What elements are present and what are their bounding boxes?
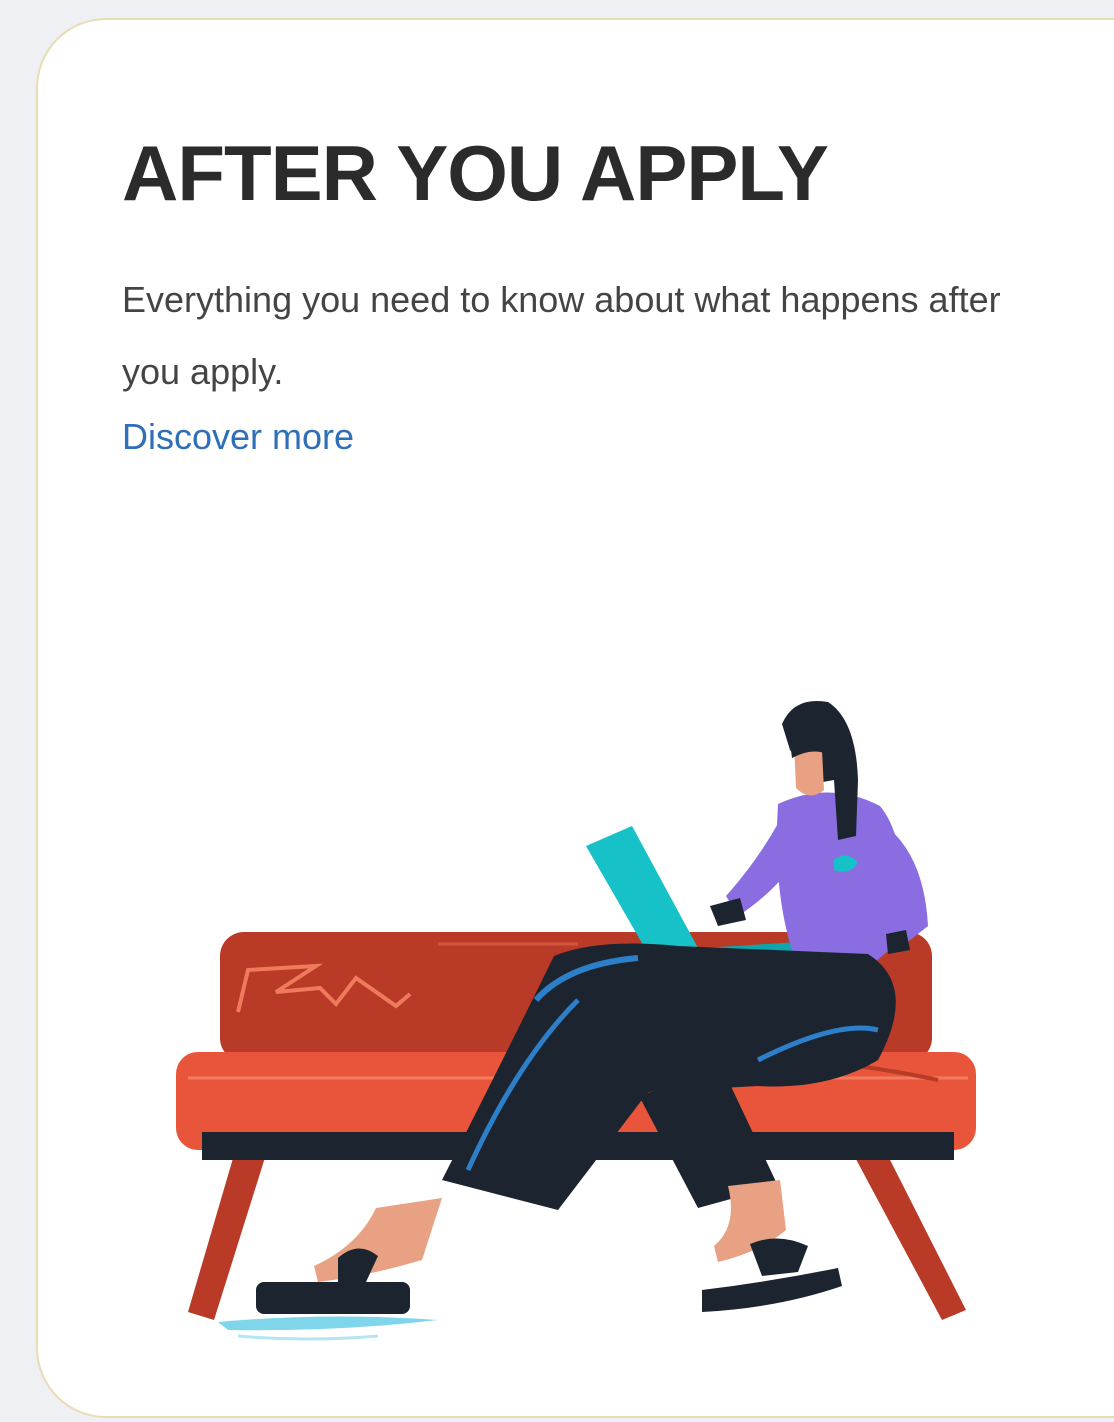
info-card: AFTER YOU APPLY Everything you need to k… [36, 18, 1114, 1418]
woman-on-sofa-illustration [176, 700, 976, 1341]
puddle [218, 1316, 438, 1341]
